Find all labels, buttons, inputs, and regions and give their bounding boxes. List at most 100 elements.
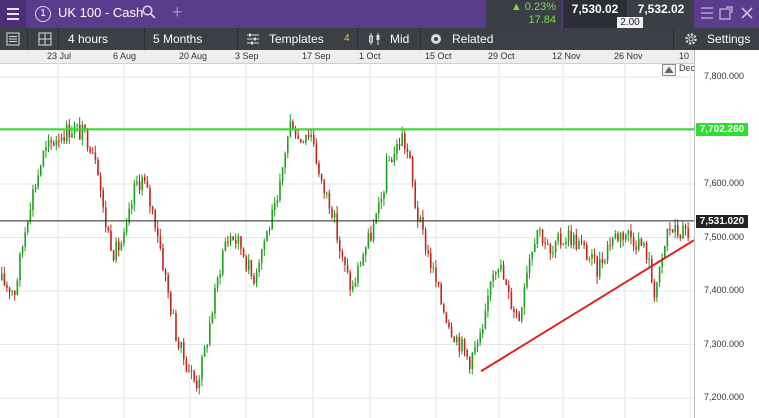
candle-body (154, 209, 156, 229)
current-price-label: 7,531.020 (696, 214, 748, 228)
candlestick-icon[interactable] (368, 33, 382, 45)
candle-body (268, 229, 271, 231)
list-icon[interactable] (6, 32, 20, 46)
templates-count-badge: 4 (344, 33, 350, 44)
candle-body (320, 173, 323, 181)
candle-body (315, 143, 318, 164)
candle-body (34, 186, 37, 190)
candle-body (151, 206, 154, 210)
candle-body (263, 241, 266, 250)
candle-body (214, 287, 216, 314)
candle-body (406, 148, 409, 152)
candle-body (497, 269, 500, 273)
candle-body (531, 251, 533, 259)
main-menu-button[interactable] (0, 0, 26, 28)
close-icon[interactable] (739, 5, 755, 21)
candle-body (372, 223, 375, 241)
candle-body (411, 157, 414, 182)
candle-body (115, 241, 117, 261)
candle-body (349, 272, 351, 290)
collapse-window-icon[interactable] (699, 5, 715, 21)
date-tick-label: 23 Jul (47, 51, 72, 61)
settings-button[interactable]: Settings (707, 28, 750, 50)
candle-body (240, 236, 242, 249)
candle-body (193, 371, 195, 381)
candle-body (323, 180, 325, 194)
candle-body (281, 167, 284, 182)
price-type-selector[interactable]: Mid (390, 28, 409, 50)
popout-icon[interactable] (718, 5, 734, 21)
candle-body (596, 256, 598, 277)
candle-body (505, 279, 507, 285)
candle-body (437, 281, 440, 285)
candle-body (162, 247, 164, 271)
price-tick-label: 7,400.000 (704, 285, 745, 295)
scroll-up-icon[interactable] (662, 64, 676, 76)
candle-body (102, 190, 104, 208)
candle-body (606, 244, 609, 261)
related-icon[interactable] (430, 33, 442, 45)
candle-body (671, 229, 674, 233)
price-chart[interactable] (0, 63, 694, 418)
candle-body (664, 246, 666, 258)
candle-body (206, 344, 208, 348)
candle-body (583, 242, 585, 245)
search-icon[interactable] (142, 5, 156, 19)
candle-body (81, 124, 84, 140)
candle-body (362, 254, 364, 266)
candle-body (201, 356, 203, 380)
candle-body (539, 229, 541, 231)
candle-body (300, 138, 302, 143)
instrument-bar: 1 UK 100 - Cash + ▲ 0.23% 17.84 7,530.02… (0, 0, 759, 28)
candle-body (687, 228, 689, 238)
candle-body (328, 192, 331, 209)
layout-grid-icon[interactable] (38, 32, 52, 46)
candle-body (484, 310, 487, 330)
candle-body (6, 285, 8, 288)
date-tick-label: 6 Aug (113, 51, 137, 61)
candle-body (614, 233, 617, 239)
candle-body (45, 146, 47, 151)
candle-body (609, 244, 611, 246)
candle-body (679, 235, 682, 239)
add-instrument-icon[interactable]: + (172, 3, 183, 21)
candle-body (635, 246, 637, 250)
candle-body (461, 338, 463, 352)
candle-body (383, 192, 385, 199)
candle-body (500, 265, 502, 270)
candle-body (619, 232, 622, 241)
candle-body (445, 312, 448, 323)
templates-icon[interactable] (246, 33, 260, 45)
candle-body (380, 198, 383, 203)
candle-body (11, 290, 13, 293)
candle-body (534, 244, 536, 252)
candle-body (474, 346, 476, 353)
instrument-name[interactable]: UK 100 - Cash (58, 5, 143, 20)
candle-body (339, 240, 341, 252)
candle-body (471, 352, 474, 370)
candle-body (123, 232, 125, 244)
candle-body (58, 140, 60, 142)
price-axis: 7,800.0007,700.0007,600.0007,500.0007,40… (694, 50, 759, 418)
candle-body (357, 266, 359, 284)
price-tick-label: 7,600.000 (704, 178, 745, 188)
candle-body (463, 338, 466, 350)
templates-button[interactable]: Templates (269, 28, 324, 50)
candle-body (170, 292, 172, 314)
candle-body (375, 213, 377, 224)
candle-body (47, 140, 50, 147)
candle-body (258, 262, 260, 273)
candle-body (175, 313, 177, 341)
candle-body (653, 281, 656, 298)
candle-body (63, 137, 65, 141)
candle-body (586, 244, 588, 260)
candle-body (118, 241, 120, 251)
candle-body (250, 259, 253, 277)
related-button[interactable]: Related (452, 28, 493, 50)
settings-gear-icon[interactable] (684, 32, 698, 46)
range-selector[interactable]: 5 Months (153, 28, 202, 50)
candle-body (417, 207, 419, 222)
candle-body (110, 230, 112, 251)
candle-body (198, 379, 201, 389)
interval-selector[interactable]: 4 hours (68, 28, 108, 50)
